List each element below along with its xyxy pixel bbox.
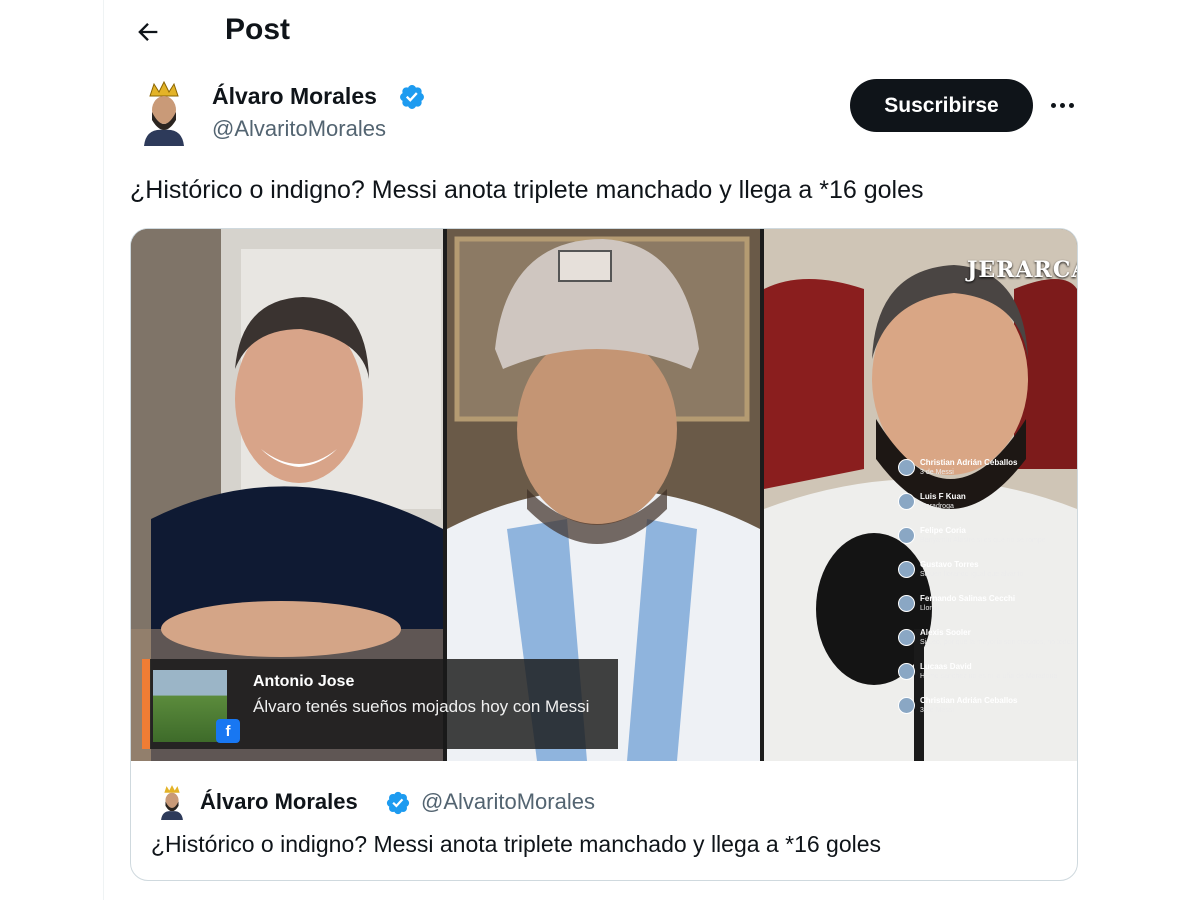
back-button[interactable] xyxy=(128,12,168,52)
live-comment: Alexis Sooler Si Leo, por qué la mayoría… xyxy=(896,627,1076,661)
page-title: Post xyxy=(225,13,291,46)
live-comment: Fernando Salinas Cecchi Lloron xyxy=(896,593,1076,627)
commenter-name: Luis F Kuan xyxy=(920,492,966,501)
arrow-left-icon xyxy=(138,23,158,41)
comment-text: 3 de Messi xyxy=(920,469,954,476)
comment-text: Hamo sanchez no es ni la uña de Maradona xyxy=(920,673,1058,680)
author-handle[interactable]: @AlvaritoMorales xyxy=(212,115,386,143)
comment-text: Siguen llorando igual que alvarito xyxy=(920,571,1024,578)
comment-text: Maradroga xyxy=(920,503,954,510)
comment-text: Benyamín Alastre si es que no se rompe xyxy=(920,537,1046,544)
more-options-button[interactable] xyxy=(1045,88,1079,122)
commenter-name: Alexis Sooler xyxy=(920,628,971,637)
comment-text: 3 de Messi xyxy=(920,707,954,714)
commenter-name: Gustavo Torres xyxy=(920,560,979,569)
quoted-media-card[interactable]: JERARCAS Christian Adrián Ceballos 3 de … xyxy=(130,228,1078,881)
live-comment: Christian Adrián Ceballos 3 de Messi xyxy=(896,457,1076,491)
more-horizontal-icon xyxy=(1050,102,1056,108)
commenter-name: Felipe Coria xyxy=(920,526,966,535)
channel-brand-logo: JERARCAS xyxy=(967,257,1077,283)
quoted-author-avatar xyxy=(157,784,187,820)
subscribe-button[interactable]: Suscribirse xyxy=(850,79,1033,132)
quoted-tweet-text: ¿Histórico o indigno? Messi anota triple… xyxy=(151,831,882,857)
commenter-name: Christian Adrián Ceballos xyxy=(920,458,1018,467)
author-avatar[interactable] xyxy=(138,80,190,146)
tweet-text: ¿Histórico o indigno? Messi anota triple… xyxy=(130,176,924,204)
verified-badge-icon xyxy=(400,85,424,109)
commenter-avatar xyxy=(898,595,915,612)
commenter-avatar xyxy=(898,459,915,476)
quoted-author-handle: @AlvaritoMorales xyxy=(421,789,595,814)
commenter-avatar xyxy=(898,493,915,510)
facebook-icon: f xyxy=(216,719,240,743)
video-thumbnail[interactable]: JERARCAS Christian Adrián Ceballos 3 de … xyxy=(131,229,1077,761)
commenter-avatar xyxy=(898,629,915,646)
commenter-avatar xyxy=(898,561,915,578)
commenter-name: Christian Adrián Ceballos xyxy=(920,696,1018,705)
commenter-avatar xyxy=(898,697,915,714)
quoted-author-name: Álvaro Morales xyxy=(200,789,358,814)
live-comment: Lucaas David Hamo sanchez no es ni la uñ… xyxy=(896,661,1076,695)
verified-badge-icon xyxy=(386,791,410,815)
fb-comment-text: Álvaro tenés sueños mojados hoy con Mess… xyxy=(253,697,590,716)
commenter-avatar xyxy=(898,527,915,544)
commenter-name: Lucaas David xyxy=(920,662,972,671)
fb-commenter-name: Antonio Jose xyxy=(253,673,355,690)
quoted-author-row: Álvaro Morales @AlvaritoMorales xyxy=(155,781,1055,821)
timeline-column-border xyxy=(103,0,104,900)
author-name[interactable]: Álvaro Morales xyxy=(212,82,377,110)
live-comment: Christian Adrián Ceballos 3 de Messi xyxy=(896,695,1076,729)
comment-text: Lloron xyxy=(920,605,940,612)
live-comment: Gustavo Torres Siguen llorando igual que… xyxy=(896,559,1076,593)
live-comments-list: Christian Adrián Ceballos 3 de Messi Lui… xyxy=(896,457,1076,729)
commenter-avatar xyxy=(898,663,915,680)
live-comment: Luis F Kuan Maradroga xyxy=(896,491,1076,525)
comment-text: Si Leo, por qué la mayoría son crecidos,… xyxy=(920,639,1075,646)
commenter-name: Fernando Salinas Cecchi xyxy=(920,594,1016,603)
live-comment: Felipe Coria Benyamín Alastre si es que … xyxy=(896,525,1076,559)
